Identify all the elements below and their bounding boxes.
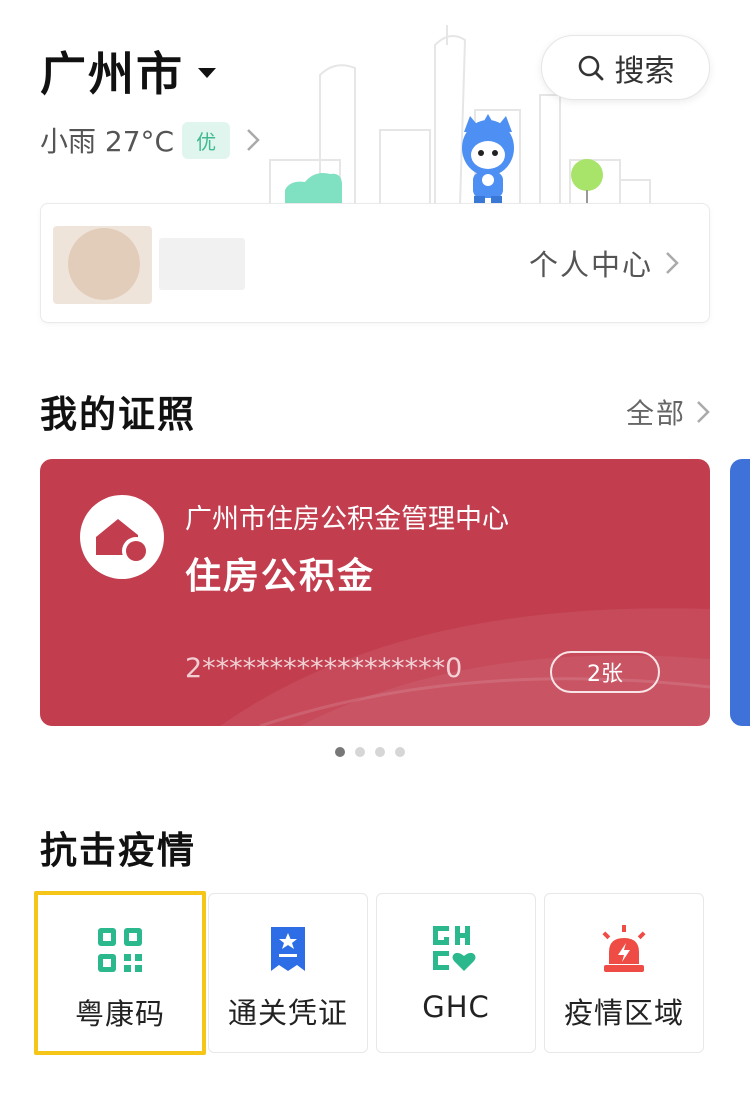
customs-ticket-icon <box>271 927 305 971</box>
alarm-light-icon <box>602 925 646 972</box>
page-dot <box>395 747 405 757</box>
weather-text: 小雨 27°C <box>40 125 175 158</box>
page-dot <box>355 747 365 757</box>
caret-down-icon <box>198 68 216 78</box>
see-all-label: 全部 <box>625 397 686 430</box>
chevron-right-icon <box>247 129 260 151</box>
search-label: 搜索 <box>614 53 675 89</box>
housing-fund-icon <box>80 495 164 579</box>
search-icon <box>578 55 603 80</box>
certificate-number: 2******************0 <box>185 653 463 684</box>
tile-customs-pass[interactable]: 通关凭证 <box>208 893 368 1053</box>
tile-label: 通关凭证 <box>227 996 348 1030</box>
certificate-title: 住房公积金 <box>185 556 376 597</box>
health-qr-icon <box>98 928 142 972</box>
mascot-icon <box>462 114 514 205</box>
certificate-count-badge[interactable]: 2张 <box>550 651 660 693</box>
personal-center-label: 个人中心 <box>528 248 653 282</box>
certificate-issuer: 广州市住房公积金管理中心 <box>185 504 509 535</box>
tile-epidemic-area[interactable]: 疫情区域 <box>544 893 704 1053</box>
personal-center-link[interactable]: 个人中心 <box>529 242 679 284</box>
page-dot-active <box>335 747 345 757</box>
page-dot <box>375 747 385 757</box>
section-title-certificates: 我的证照 <box>40 393 196 436</box>
carousel-page-indicator <box>335 747 405 757</box>
tile-label: GHC <box>422 990 490 1024</box>
next-certificate-card-peek[interactable] <box>730 459 750 726</box>
ghc-icon <box>433 926 476 971</box>
city-selector[interactable]: 广州市 <box>40 38 216 104</box>
chevron-right-icon <box>666 252 679 274</box>
tile-ghc[interactable]: GHC <box>376 893 536 1053</box>
section-title-epidemic: 抗击疫情 <box>40 829 196 872</box>
tile-label: 粤康码 <box>74 997 165 1031</box>
chevron-right-icon <box>697 401 710 423</box>
see-all-certificates-link[interactable]: 全部 <box>626 392 710 432</box>
user-name-blurred <box>159 238 245 290</box>
tile-health-code[interactable]: 粤康码 <box>34 891 206 1055</box>
housing-fund-certificate-card[interactable]: 广州市住房公积金管理中心 住房公积金 2******************0 … <box>40 459 710 726</box>
tile-label: 疫情区域 <box>563 996 684 1030</box>
avatar <box>53 226 152 304</box>
weather-info[interactable]: 小雨 27°C 优 <box>40 120 260 160</box>
personal-center-card[interactable]: 个人中心 <box>40 203 710 323</box>
city-name: 广州市 <box>40 47 184 101</box>
search-button[interactable]: 搜索 <box>541 35 710 100</box>
air-quality-badge: 优 <box>182 121 231 159</box>
